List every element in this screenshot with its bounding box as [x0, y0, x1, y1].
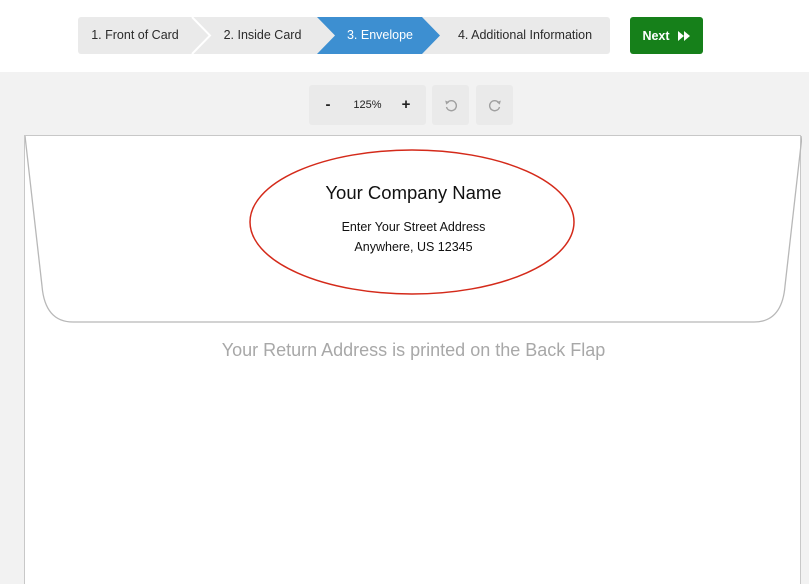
- city-state-zip: Anywhere, US 12345: [354, 240, 473, 254]
- zoom-level: 125%: [353, 99, 382, 111]
- company-name: Your Company Name: [325, 182, 502, 203]
- step-progress: 1. Front of Card 2. Inside Card 3. Envel…: [78, 17, 610, 54]
- undo-icon: [444, 100, 457, 112]
- step-envelope[interactable]: 3. Envelope: [330, 17, 430, 54]
- next-button[interactable]: Next: [630, 17, 703, 54]
- zoom-out-button[interactable]: -: [310, 85, 346, 125]
- zoom-in-button[interactable]: +: [388, 85, 424, 125]
- zoom-control: - 125% +: [309, 85, 426, 125]
- fast-forward-icon: [677, 30, 690, 41]
- step-front-of-card[interactable]: 1. Front of Card: [78, 17, 192, 54]
- back-flap-note: Your Return Address is printed on the Ba…: [221, 340, 606, 360]
- redo-icon: [488, 100, 501, 112]
- redo-button[interactable]: [476, 85, 513, 125]
- street-address: Enter Your Street Address: [341, 220, 486, 234]
- step-inside-card[interactable]: 2. Inside Card: [208, 17, 317, 54]
- envelope-preview: Your Company Name Enter Your Street Addr…: [24, 135, 802, 584]
- step-additional-information[interactable]: 4. Additional Information: [440, 17, 610, 54]
- undo-button[interactable]: [432, 85, 469, 125]
- next-button-label: Next: [642, 28, 670, 43]
